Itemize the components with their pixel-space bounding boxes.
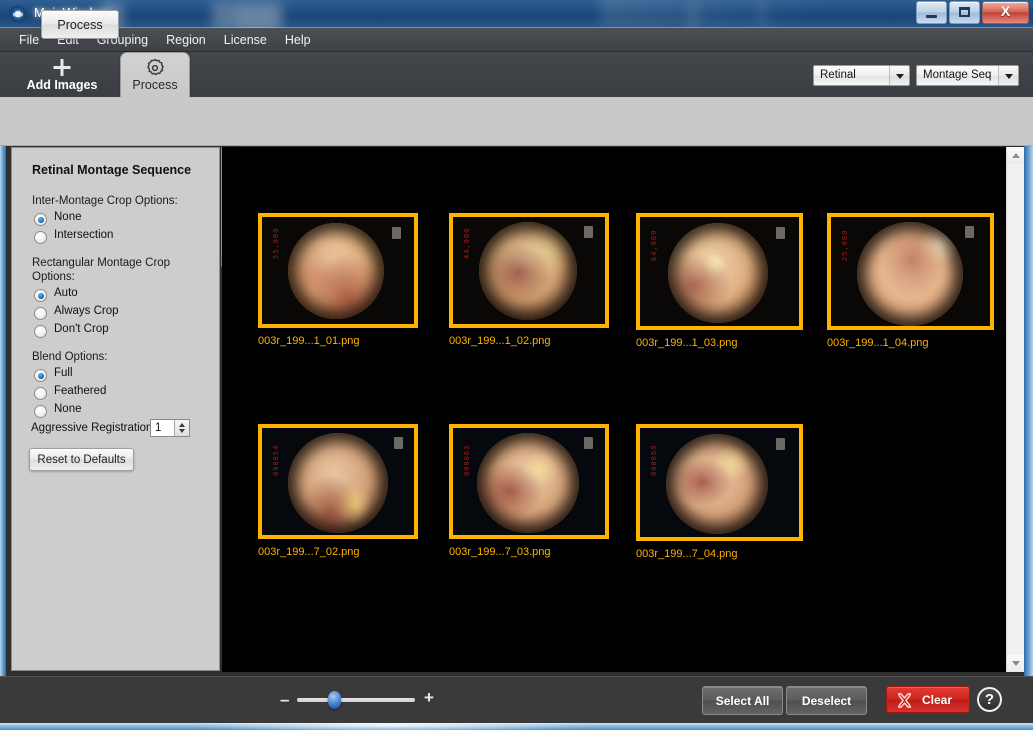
tab-add-images[interactable]: Add Images (8, 52, 116, 97)
process-button[interactable]: Process (41, 10, 119, 39)
gallery-scrollbar[interactable] (1006, 147, 1024, 672)
window-footer-glass (0, 723, 1033, 730)
thumbnail-image (640, 428, 799, 537)
radio-button (34, 289, 47, 302)
thumbnail-frame[interactable]: 000063 (449, 424, 609, 539)
image-overlay-text: 000069 (650, 444, 658, 476)
clear-button-label: Clear (921, 692, 953, 707)
radio-label: Always Crop (54, 305, 119, 317)
mode-dropdown-value: Montage Seq (923, 69, 992, 81)
eye-icon (10, 6, 26, 22)
group-label-inter-montage-crop: Inter-Montage Crop Options: (32, 195, 178, 207)
radio-button (34, 369, 47, 382)
radio-label: None (54, 403, 82, 415)
thumbnail-frame[interactable]: 25,000 (827, 213, 994, 330)
radio-label: Full (54, 367, 73, 379)
help-button[interactable]: ? (977, 687, 1002, 712)
glass-reflection (600, 0, 930, 28)
glass-reflection (236, 8, 278, 28)
thumbnail-image (640, 217, 799, 326)
radio-label: None (54, 211, 82, 223)
thumbnail-image (262, 428, 414, 535)
menu-bar: File Edit Grouping Region License Help (0, 28, 1033, 52)
modality-dropdown[interactable]: Retinal (813, 65, 910, 86)
radio-button (34, 325, 47, 338)
thumbnail-frame[interactable]: 44,000 (449, 213, 609, 328)
scroll-up-button[interactable] (1007, 147, 1024, 164)
clear-button[interactable]: Clear (886, 686, 970, 713)
menu-item-region[interactable]: Region (157, 30, 215, 50)
thumbnail-image (831, 217, 990, 326)
aggressive-registration-value: 1 (155, 422, 162, 434)
radio-button (34, 231, 47, 244)
radio-button (34, 213, 47, 226)
menu-item-help[interactable]: Help (276, 30, 320, 50)
glass-reflection (760, 0, 765, 28)
image-overlay-text: 000063 (463, 444, 471, 476)
reset-to-defaults-button[interactable]: Reset to Defaults (29, 448, 134, 471)
tab-process[interactable]: Process (120, 52, 190, 97)
bottom-toolbar (0, 676, 1033, 724)
group-label-rect-montage-crop: Rectangular Montage Crop Options: (32, 257, 171, 283)
thumbnail-frame[interactable]: 55,000 (258, 213, 418, 328)
plus-icon (53, 59, 71, 76)
stepper-buttons[interactable] (174, 420, 189, 436)
stepper-down-icon (179, 429, 185, 433)
maximize-button[interactable] (949, 1, 980, 24)
options-panel: Retinal Montage Sequence Inter-Montage C… (11, 147, 220, 671)
options-panel-title: Retinal Montage Sequence (32, 163, 192, 177)
title-bar: MainWindow X (0, 0, 1033, 28)
mode-dropdown[interactable]: Montage Seq (916, 65, 1019, 86)
deselect-button[interactable]: Deselect (786, 686, 867, 715)
main-window: MainWindow X File Edit Grouping Region L… (0, 0, 1033, 730)
thumbnail-image (453, 217, 605, 324)
zoom-in-icon[interactable]: + (424, 688, 434, 708)
tool-row (0, 97, 1033, 146)
thumbnail-frame[interactable]: 64,000 (636, 213, 803, 330)
x-icon (896, 692, 913, 709)
aggressive-registration-label: Aggressive Registration: (31, 422, 156, 434)
radio-label: Don't Crop (54, 323, 109, 335)
menu-item-license[interactable]: License (215, 30, 276, 50)
modality-dropdown-value: Retinal (820, 69, 856, 81)
radio-label: Auto (54, 287, 78, 299)
chevron-down-icon (1005, 74, 1013, 79)
close-icon: X (1000, 3, 1011, 19)
radio-label: Feathered (54, 385, 107, 397)
chevron-down-icon (896, 74, 904, 79)
radio-label: Intersection (54, 229, 114, 241)
minimize-icon (926, 15, 937, 18)
maximize-icon (959, 7, 970, 17)
image-overlay-text: 44,000 (463, 227, 471, 259)
zoom-out-icon[interactable]: – (280, 690, 289, 710)
scroll-down-button[interactable] (1007, 655, 1024, 672)
minimize-button[interactable] (916, 1, 947, 24)
zoom-slider-handle[interactable] (328, 691, 341, 709)
image-gallery: 55,000 003r_199...1_01.png 44,000 003r_1… (222, 147, 1006, 672)
group-label-blend: Blend Options: (32, 351, 108, 363)
tab-process-label: Process (132, 78, 178, 92)
radio-button (34, 387, 47, 400)
image-overlay-text: 64,000 (650, 229, 658, 261)
thumbnail-frame[interactable]: 000054 (258, 424, 418, 539)
radio-button (34, 405, 47, 418)
select-all-button[interactable]: Select All (702, 686, 783, 715)
tab-add-images-label: Add Images (26, 78, 98, 92)
caret-down-icon (1012, 661, 1020, 666)
caret-up-icon (1012, 153, 1020, 158)
image-overlay-text: 000054 (272, 444, 280, 476)
zoom-slider[interactable] (297, 698, 415, 702)
thumbnail-image (262, 217, 414, 324)
image-overlay-text: 55,000 (272, 227, 280, 259)
radio-button (34, 307, 47, 320)
aggressive-registration-input[interactable]: 1 (150, 419, 190, 437)
close-button[interactable]: X (982, 1, 1029, 24)
image-overlay-text: 25,000 (841, 229, 849, 261)
glass-reflection (690, 0, 696, 28)
stepper-up-icon (179, 423, 185, 427)
thumbnail-image (453, 428, 605, 535)
thumbnail-frame[interactable]: 000069 (636, 424, 803, 541)
window-controls: X (914, 1, 1029, 24)
